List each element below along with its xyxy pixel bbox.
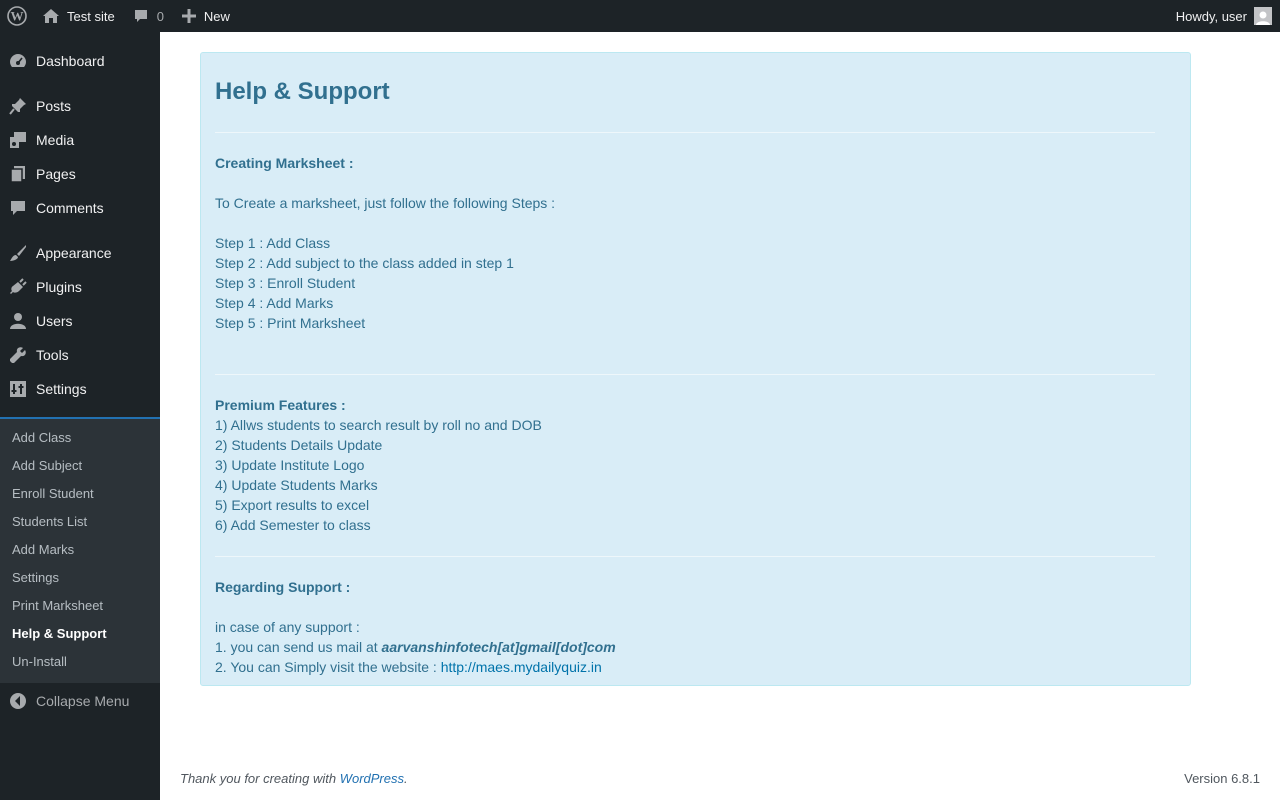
divider xyxy=(215,556,1155,557)
avatar xyxy=(1254,7,1272,25)
support-mail-prefix: 1. you can send us mail at xyxy=(215,639,382,655)
menu-item-label: Posts xyxy=(36,98,72,114)
emarksheet-submenu: Add Class Add Subject Enroll Student Stu… xyxy=(0,419,160,683)
howdy-label: Howdy, user xyxy=(1175,8,1247,24)
premium-heading: Premium Features : xyxy=(215,397,346,413)
page-title: Help & Support xyxy=(215,78,390,105)
pages-icon xyxy=(0,165,36,183)
svg-text:W: W xyxy=(11,9,24,24)
comment-icon xyxy=(0,199,36,217)
support-web-prefix: 2. You can Simply visit the website : xyxy=(215,659,441,675)
menu-item-comments[interactable]: Comments xyxy=(0,191,160,225)
feature-item: 2) Students Details Update xyxy=(215,437,383,453)
wrench-icon xyxy=(0,346,36,364)
step-item: Step 2 : Add subject to the class added … xyxy=(215,255,514,271)
creating-intro: To Create a marksheet, just follow the f… xyxy=(215,195,556,211)
menu-item-tools[interactable]: Tools xyxy=(0,338,160,372)
user-icon xyxy=(0,312,36,330)
submenu-print-marksheet[interactable]: Print Marksheet xyxy=(12,592,103,620)
plus-icon xyxy=(181,9,204,23)
menu-item-label: Users xyxy=(36,313,73,329)
step-item: Step 5 : Print Marksheet xyxy=(215,315,366,331)
submenu-settings[interactable]: Settings xyxy=(12,564,59,592)
menu-item-users[interactable]: Users xyxy=(0,304,160,338)
site-name-label: Test site xyxy=(67,8,115,24)
divider xyxy=(215,374,1155,375)
menu-item-label: Comments xyxy=(36,200,104,216)
brush-icon xyxy=(0,244,36,262)
menu-item-pages[interactable]: Pages xyxy=(0,157,160,191)
creating-heading: Creating Marksheet : xyxy=(215,155,354,171)
footer-thanks: Thank you for creating with WordPress. xyxy=(180,771,408,786)
media-icon xyxy=(0,131,36,149)
menu-item-label: Media xyxy=(36,132,75,148)
home-icon xyxy=(42,8,67,24)
version-label: Version 6.8.1 xyxy=(1184,771,1260,786)
my-account-link[interactable]: Howdy, user xyxy=(1176,0,1272,32)
support-web-line: 2. You can Simply visit the website : ht… xyxy=(215,657,602,677)
menu-item-posts[interactable]: Posts xyxy=(0,89,160,123)
submenu-students-list[interactable]: Students List xyxy=(12,508,87,536)
support-mail-line: 1. you can send us mail at aarvanshinfot… xyxy=(215,637,616,657)
collapse-menu-button[interactable]: Collapse Menu xyxy=(0,683,160,719)
wordpress-link[interactable]: WordPress xyxy=(340,771,404,786)
comments-link[interactable]: 0 xyxy=(123,0,172,32)
feature-item: 5) Export results to excel xyxy=(215,497,370,513)
footer-thanks-suffix: . xyxy=(404,771,408,786)
menu-item-label: Settings xyxy=(36,381,87,397)
menu-item-settings[interactable]: Settings xyxy=(0,372,160,406)
support-intro: in case of any support : xyxy=(215,619,360,635)
menu-item-dashboard[interactable]: Dashboard xyxy=(0,44,160,78)
comment-bubble-icon xyxy=(133,8,157,24)
collapse-arrow-icon xyxy=(0,692,36,710)
menu-item-label: Dashboard xyxy=(36,53,105,69)
step-item: Step 1 : Add Class xyxy=(215,235,331,251)
menu-item-label: Plugins xyxy=(36,279,82,295)
feature-item: 1) Allws students to search result by ro… xyxy=(215,417,542,433)
support-website-link[interactable]: http://maes.mydailyquiz.in xyxy=(441,659,602,675)
dashboard-icon xyxy=(0,52,36,70)
wordpress-logo-icon[interactable]: W xyxy=(0,0,35,32)
feature-item: 3) Update Institute Logo xyxy=(215,457,365,473)
step-item: Step 4 : Add Marks xyxy=(215,295,334,311)
admin-bar: W Test site 0 New Howdy, user xyxy=(0,0,1280,32)
menu-item-label: Appearance xyxy=(36,245,112,261)
menu-item-media[interactable]: Media xyxy=(0,123,160,157)
support-heading: Regarding Support : xyxy=(215,579,351,595)
new-content-link[interactable]: New xyxy=(172,0,238,32)
plug-icon xyxy=(0,278,36,296)
feature-item: 4) Update Students Marks xyxy=(215,477,378,493)
settings-icon xyxy=(0,380,36,398)
submenu-add-marks[interactable]: Add Marks xyxy=(12,536,74,564)
submenu-uninstall[interactable]: Un-Install xyxy=(12,648,67,676)
support-email: aarvanshinfotech[at]gmail[dot]com xyxy=(381,639,616,655)
step-item: Step 3 : Enroll Student xyxy=(215,275,356,291)
pin-icon xyxy=(0,97,36,115)
help-support-panel: Help & Support Creating Marksheet : To C… xyxy=(200,52,1191,686)
submenu-add-class[interactable]: Add Class xyxy=(12,424,71,452)
footer-thanks-prefix: Thank you for creating with xyxy=(180,771,340,786)
new-label: New xyxy=(203,8,230,24)
feature-item: 6) Add Semester to class xyxy=(215,517,371,533)
comments-count: 0 xyxy=(156,8,164,24)
collapse-menu-label: Collapse Menu xyxy=(36,693,130,709)
divider xyxy=(215,132,1155,133)
submenu-help-support[interactable]: Help & Support xyxy=(12,620,107,648)
menu-item-plugins[interactable]: Plugins xyxy=(0,270,160,304)
site-name-link[interactable]: Test site xyxy=(35,0,123,32)
menu-item-label: Tools xyxy=(36,347,69,363)
submenu-add-subject[interactable]: Add Subject xyxy=(12,452,82,480)
menu-item-appearance[interactable]: Appearance xyxy=(0,236,160,270)
menu-item-label: Pages xyxy=(36,166,76,182)
submenu-enroll-student[interactable]: Enroll Student xyxy=(12,480,94,508)
